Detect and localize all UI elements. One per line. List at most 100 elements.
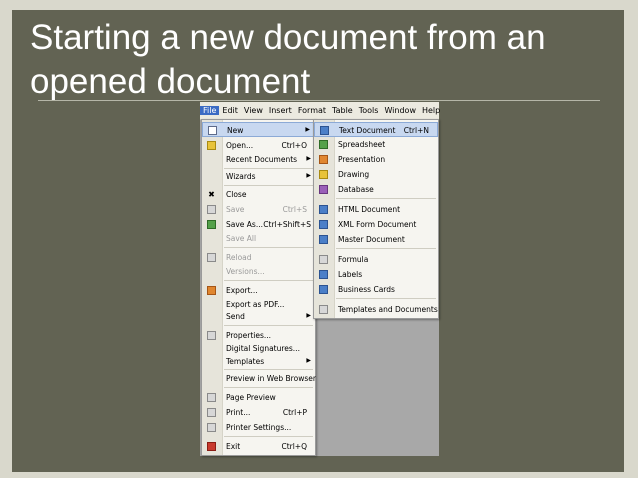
file-exit-item[interactable]: Exit Ctrl+Q bbox=[202, 439, 315, 454]
menu-item-label: Drawing bbox=[338, 170, 370, 179]
file-recent-item[interactable]: Recent Documents ▶ bbox=[202, 152, 315, 167]
file-page-preview-item[interactable]: Page Preview bbox=[202, 390, 315, 405]
properties-icon bbox=[207, 331, 216, 340]
new-html-document-item[interactable]: HTML Document bbox=[314, 202, 438, 217]
new-database-item[interactable]: Database bbox=[314, 182, 438, 197]
submenu-arrow-icon: ▶ bbox=[306, 357, 311, 364]
menu-item-label: Save As... bbox=[226, 220, 263, 229]
exit-icon bbox=[207, 442, 216, 451]
new-presentation-item[interactable]: Presentation bbox=[314, 152, 438, 167]
menu-tools[interactable]: Tools bbox=[356, 106, 382, 115]
menu-item-label: Export... bbox=[226, 286, 258, 295]
menu-window[interactable]: Window bbox=[381, 106, 419, 115]
menu-item-label: Templates bbox=[226, 357, 265, 366]
file-open-item[interactable]: Open... Ctrl+O bbox=[202, 138, 315, 153]
new-submenu: Text Document Ctrl+N Spreadsheet Present… bbox=[313, 119, 439, 319]
menu-file[interactable]: File bbox=[200, 106, 220, 115]
new-templates-item[interactable]: Templates and Documents bbox=[314, 302, 438, 317]
html-document-icon bbox=[319, 205, 328, 214]
file-export-item[interactable]: Export... bbox=[202, 283, 315, 298]
new-formula-item[interactable]: Formula bbox=[314, 252, 438, 267]
menu-item-label: XML Form Document bbox=[338, 220, 417, 229]
new-master-document-item[interactable]: Master Document bbox=[314, 232, 438, 247]
menu-separator bbox=[224, 185, 313, 186]
menu-separator bbox=[336, 298, 436, 299]
menu-item-shortcut: Ctrl+N bbox=[403, 126, 429, 135]
file-wizards-item[interactable]: Wizards ▶ bbox=[202, 169, 315, 184]
menu-separator bbox=[224, 369, 313, 370]
menu-item-label: Print... bbox=[226, 408, 251, 417]
menu-item-label: Presentation bbox=[338, 155, 386, 164]
new-xml-form-item[interactable]: XML Form Document bbox=[314, 217, 438, 232]
menu-insert[interactable]: Insert bbox=[266, 106, 295, 115]
reload-icon bbox=[207, 253, 216, 262]
file-save-as-item[interactable]: Save As... Ctrl+Shift+S bbox=[202, 217, 315, 232]
menu-format[interactable]: Format bbox=[295, 106, 329, 115]
spreadsheet-icon bbox=[319, 140, 328, 149]
printer-settings-icon bbox=[207, 423, 216, 432]
menu-item-label: New bbox=[227, 126, 244, 135]
save-as-icon bbox=[207, 220, 216, 229]
drawing-icon bbox=[319, 170, 328, 179]
menu-item-label: Text Document bbox=[339, 126, 396, 135]
menu-item-label: Master Document bbox=[338, 235, 405, 244]
file-templates-item[interactable]: Templates ▶ bbox=[202, 354, 315, 369]
file-save-all-item[interactable]: Save All bbox=[202, 231, 315, 246]
menu-item-shortcut: Ctrl+Q bbox=[281, 442, 307, 451]
new-doc-icon bbox=[208, 126, 217, 135]
menu-item-label: Save All bbox=[226, 234, 257, 243]
master-document-icon bbox=[319, 235, 328, 244]
menu-separator bbox=[224, 280, 313, 281]
export-icon bbox=[207, 286, 216, 295]
submenu-arrow-icon: ▶ bbox=[306, 172, 311, 179]
menu-item-label: Labels bbox=[338, 270, 363, 279]
menu-view[interactable]: View bbox=[241, 106, 266, 115]
submenu-arrow-icon: ▶ bbox=[306, 312, 311, 319]
menu-separator bbox=[224, 325, 313, 326]
file-printer-settings-item[interactable]: Printer Settings... bbox=[202, 420, 315, 435]
file-preview-web-item[interactable]: Preview in Web Browser bbox=[202, 371, 316, 386]
labels-icon bbox=[319, 270, 328, 279]
new-business-cards-item[interactable]: Business Cards bbox=[314, 282, 438, 297]
file-print-item[interactable]: Print... Ctrl+P bbox=[202, 405, 315, 420]
file-menu: New ▶ Open... Ctrl+O Recent Documents ▶ … bbox=[201, 119, 316, 456]
menu-item-label: HTML Document bbox=[338, 205, 401, 214]
menu-help[interactable]: Help bbox=[419, 106, 443, 115]
business-cards-icon bbox=[319, 285, 328, 294]
file-save-item[interactable]: Save Ctrl+S bbox=[202, 202, 315, 217]
menu-item-label: Open... bbox=[226, 141, 254, 150]
file-send-item[interactable]: Send ▶ bbox=[202, 309, 315, 324]
file-versions-item[interactable]: Versions... bbox=[202, 264, 315, 279]
menu-edit[interactable]: Edit bbox=[219, 106, 241, 115]
menu-item-label: Printer Settings... bbox=[226, 423, 292, 432]
app-screenshot: File Edit View Insert Format Table Tools… bbox=[200, 102, 440, 456]
menu-item-label: Page Preview bbox=[226, 393, 276, 402]
xml-form-icon bbox=[319, 220, 328, 229]
save-icon bbox=[207, 205, 216, 214]
menu-item-label: Database bbox=[338, 185, 374, 194]
menu-item-label: Business Cards bbox=[338, 285, 395, 294]
menu-item-label: Formula bbox=[338, 255, 369, 264]
menu-table[interactable]: Table bbox=[329, 106, 356, 115]
templates-icon bbox=[319, 305, 328, 314]
file-close-item[interactable]: ✖ Close bbox=[202, 187, 315, 202]
file-reload-item[interactable]: Reload bbox=[202, 250, 315, 265]
menu-item-label: Templates and Documents bbox=[338, 305, 438, 314]
file-new-item[interactable]: New ▶ bbox=[202, 122, 315, 137]
menu-item-shortcut: Ctrl+Shift+S bbox=[263, 220, 311, 229]
menu-item-label: Export as PDF... bbox=[226, 300, 285, 309]
menu-item-label: Send bbox=[226, 312, 245, 321]
menu-item-label: Save bbox=[226, 205, 245, 214]
menu-item-label: Wizards bbox=[226, 172, 256, 181]
menu-separator bbox=[224, 436, 313, 437]
new-drawing-item[interactable]: Drawing bbox=[314, 167, 438, 182]
menu-item-label: Reload bbox=[226, 253, 252, 262]
menu-item-label: Properties... bbox=[226, 331, 272, 340]
new-text-document-item[interactable]: Text Document Ctrl+N bbox=[314, 122, 438, 137]
menu-item-label: Exit bbox=[226, 442, 241, 451]
new-labels-item[interactable]: Labels bbox=[314, 267, 438, 282]
database-icon bbox=[319, 185, 328, 194]
menu-item-shortcut: Ctrl+P bbox=[282, 408, 307, 417]
menu-item-label: Close bbox=[226, 190, 247, 199]
new-spreadsheet-item[interactable]: Spreadsheet bbox=[314, 137, 438, 152]
